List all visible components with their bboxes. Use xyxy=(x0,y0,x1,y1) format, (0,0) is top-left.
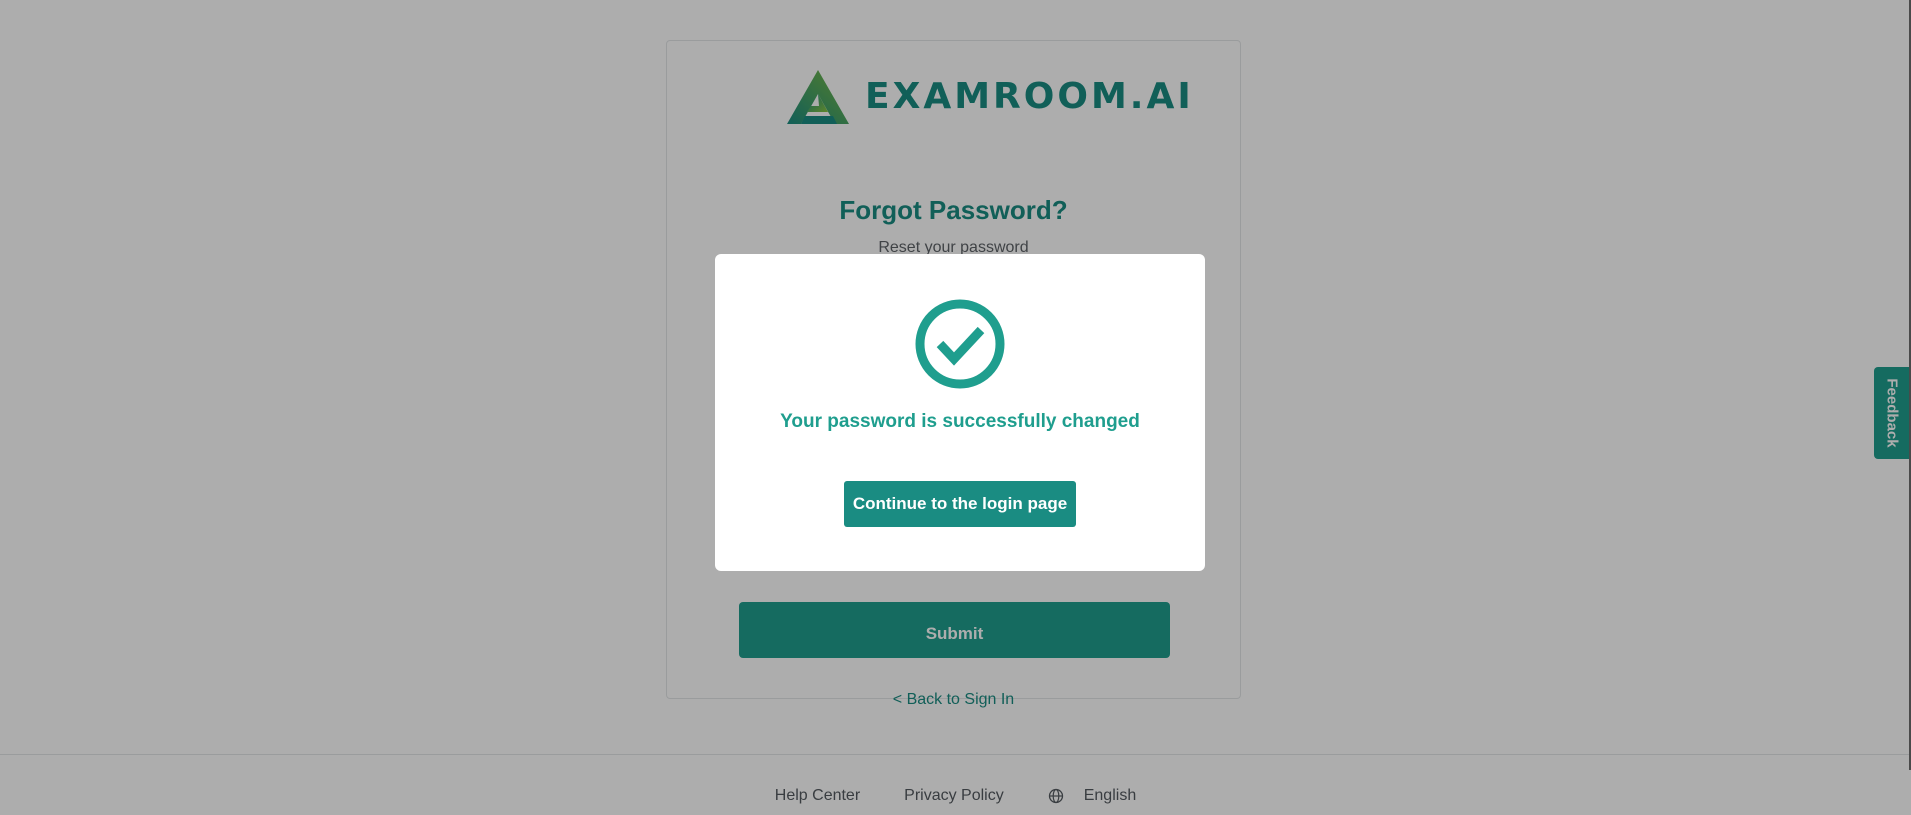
success-dialog: Your password is successfully changed Co… xyxy=(715,254,1205,571)
forgot-password-page: EXAMROOM.AI Forgot Password? Reset your … xyxy=(0,0,1911,815)
success-message: Your password is successfully changed xyxy=(780,411,1140,432)
continue-to-login-button[interactable]: Continue to the login page xyxy=(844,481,1076,527)
check-circle-icon xyxy=(915,299,1005,389)
